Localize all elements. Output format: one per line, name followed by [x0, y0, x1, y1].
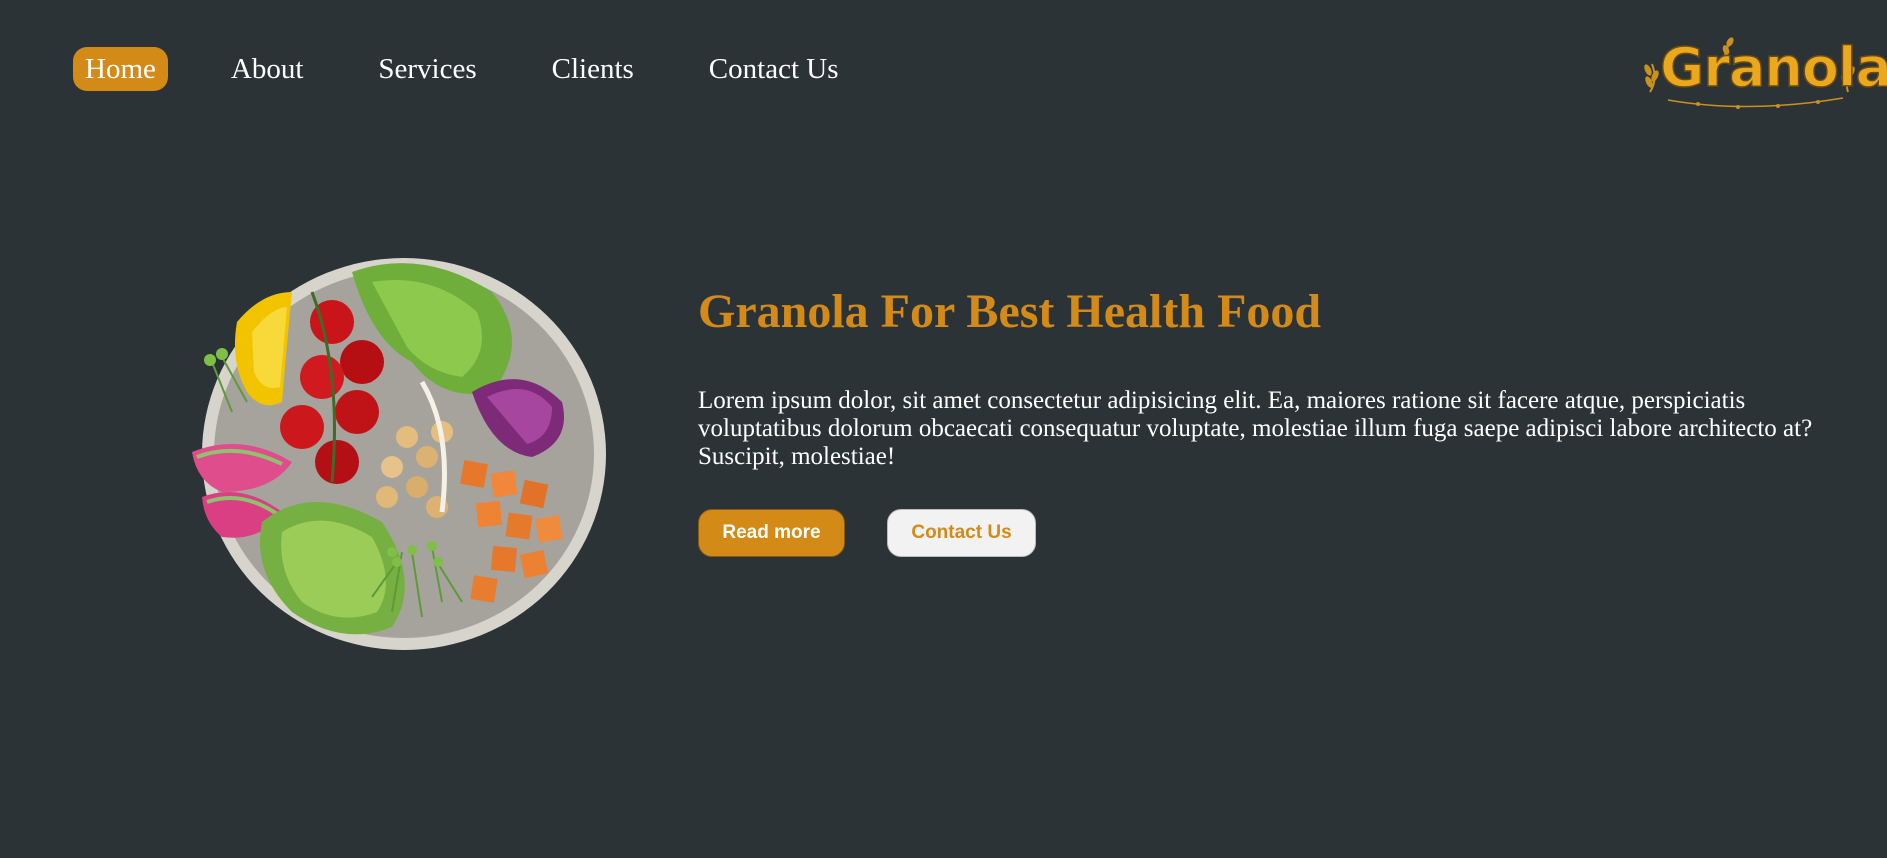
nav-item-home[interactable]: Home	[73, 46, 168, 91]
logo-text: Granola	[1659, 35, 1887, 100]
nav-item-services[interactable]: Services	[366, 47, 488, 91]
hero-title: Granola For Best Health Food	[698, 285, 1322, 338]
granola-logo[interactable]: Granola	[1638, 30, 1887, 110]
nav-item-about[interactable]: About	[219, 47, 316, 91]
main-nav: Home About Services Clients Contact Us	[73, 46, 901, 91]
contact-us-button[interactable]: Contact Us	[887, 509, 1036, 557]
salad-bowl-image	[192, 258, 606, 650]
read-more-button[interactable]: Read more	[698, 509, 845, 557]
hero-description: Lorem ipsum dolor, sit amet consectetur …	[698, 387, 1813, 470]
nav-item-contact-us[interactable]: Contact Us	[697, 47, 851, 91]
nav-item-clients[interactable]: Clients	[540, 47, 646, 91]
page: Home About Services Clients Contact Us G…	[0, 0, 1887, 858]
